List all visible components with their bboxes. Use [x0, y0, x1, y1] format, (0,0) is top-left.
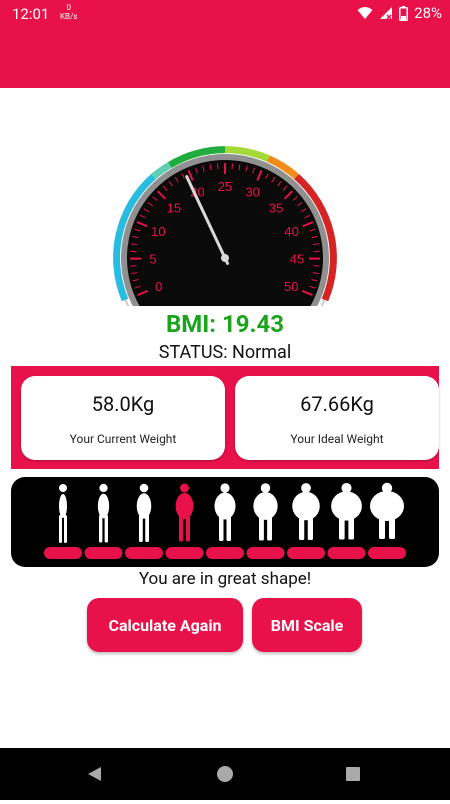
- gauge-tick: [314, 266, 320, 267]
- current-weight-label: Your Current Weight: [21, 432, 225, 446]
- battery-icon: [399, 6, 408, 21]
- status-time: 12:01: [12, 5, 49, 23]
- gauge-tick: [130, 266, 136, 267]
- signal-icon: [379, 6, 393, 20]
- body-figure: [331, 483, 362, 540]
- gauge-needle-hub: [221, 254, 229, 262]
- bmi-gauge: 05101520253035404550: [0, 140, 450, 310]
- body-figure: [176, 484, 194, 542]
- home-icon[interactable]: [217, 766, 233, 782]
- body-indicator: [287, 547, 325, 559]
- body-figure: [59, 484, 67, 543]
- calculate-again-button[interactable]: Calculate Again: [87, 598, 243, 652]
- current-weight-value: 58.0Kg: [21, 392, 225, 416]
- current-weight-card: 58.0Kg Your Current Weight: [21, 376, 225, 460]
- gauge-tick-label: 45: [290, 252, 304, 267]
- body-indicator: [166, 547, 204, 559]
- body-type-scale: [11, 477, 439, 567]
- body-figure: [292, 483, 320, 540]
- weights-panel: 58.0Kg Your Current Weight 67.66Kg Your …: [11, 366, 439, 469]
- network-speed: 0 KB/s: [60, 3, 77, 21]
- gauge-tick-label: 35: [269, 200, 283, 215]
- body-indicator: [125, 547, 163, 559]
- body-indicator: [85, 547, 123, 559]
- gauge-tick-label: 40: [284, 224, 298, 239]
- gauge-tick-label: 10: [151, 224, 165, 239]
- body-indicator: [247, 547, 285, 559]
- bmi-scale-button[interactable]: BMI Scale: [252, 598, 362, 652]
- gauge-tick-label: 5: [149, 252, 156, 267]
- gauge-tick-label: 25: [218, 179, 232, 194]
- ideal-weight-value: 67.66Kg: [235, 392, 439, 416]
- body-figure: [98, 484, 109, 543]
- body-figure: [370, 483, 404, 539]
- app-bar: [0, 28, 450, 88]
- battery-level: 28%: [414, 4, 442, 22]
- bmi-status: STATUS: Normal: [0, 342, 450, 363]
- body-figure: [253, 483, 277, 540]
- back-icon[interactable]: [88, 767, 101, 781]
- body-indicator: [206, 547, 244, 559]
- navigation-bar: [0, 748, 450, 800]
- body-figure: [137, 484, 152, 542]
- gauge-tick-label: 15: [167, 200, 181, 215]
- recents-icon[interactable]: [346, 767, 360, 781]
- gauge-tick-label: 0: [155, 279, 162, 294]
- wifi-icon: [357, 6, 373, 20]
- body-indicator: [44, 547, 82, 559]
- gauge-tick-label: 30: [245, 185, 259, 200]
- ideal-weight-card: 67.66Kg Your Ideal Weight: [235, 376, 439, 460]
- body-figure: [215, 483, 236, 541]
- gauge-tick-label: 50: [284, 279, 298, 294]
- status-bar: 12:01 0 KB/s 28%: [0, 0, 450, 28]
- body-indicator: [328, 547, 366, 559]
- ideal-weight-label: Your Ideal Weight: [235, 432, 439, 446]
- body-indicator: [368, 547, 406, 559]
- bmi-value: BMI: 19.43: [0, 310, 450, 338]
- result-message: You are in great shape!: [0, 569, 450, 589]
